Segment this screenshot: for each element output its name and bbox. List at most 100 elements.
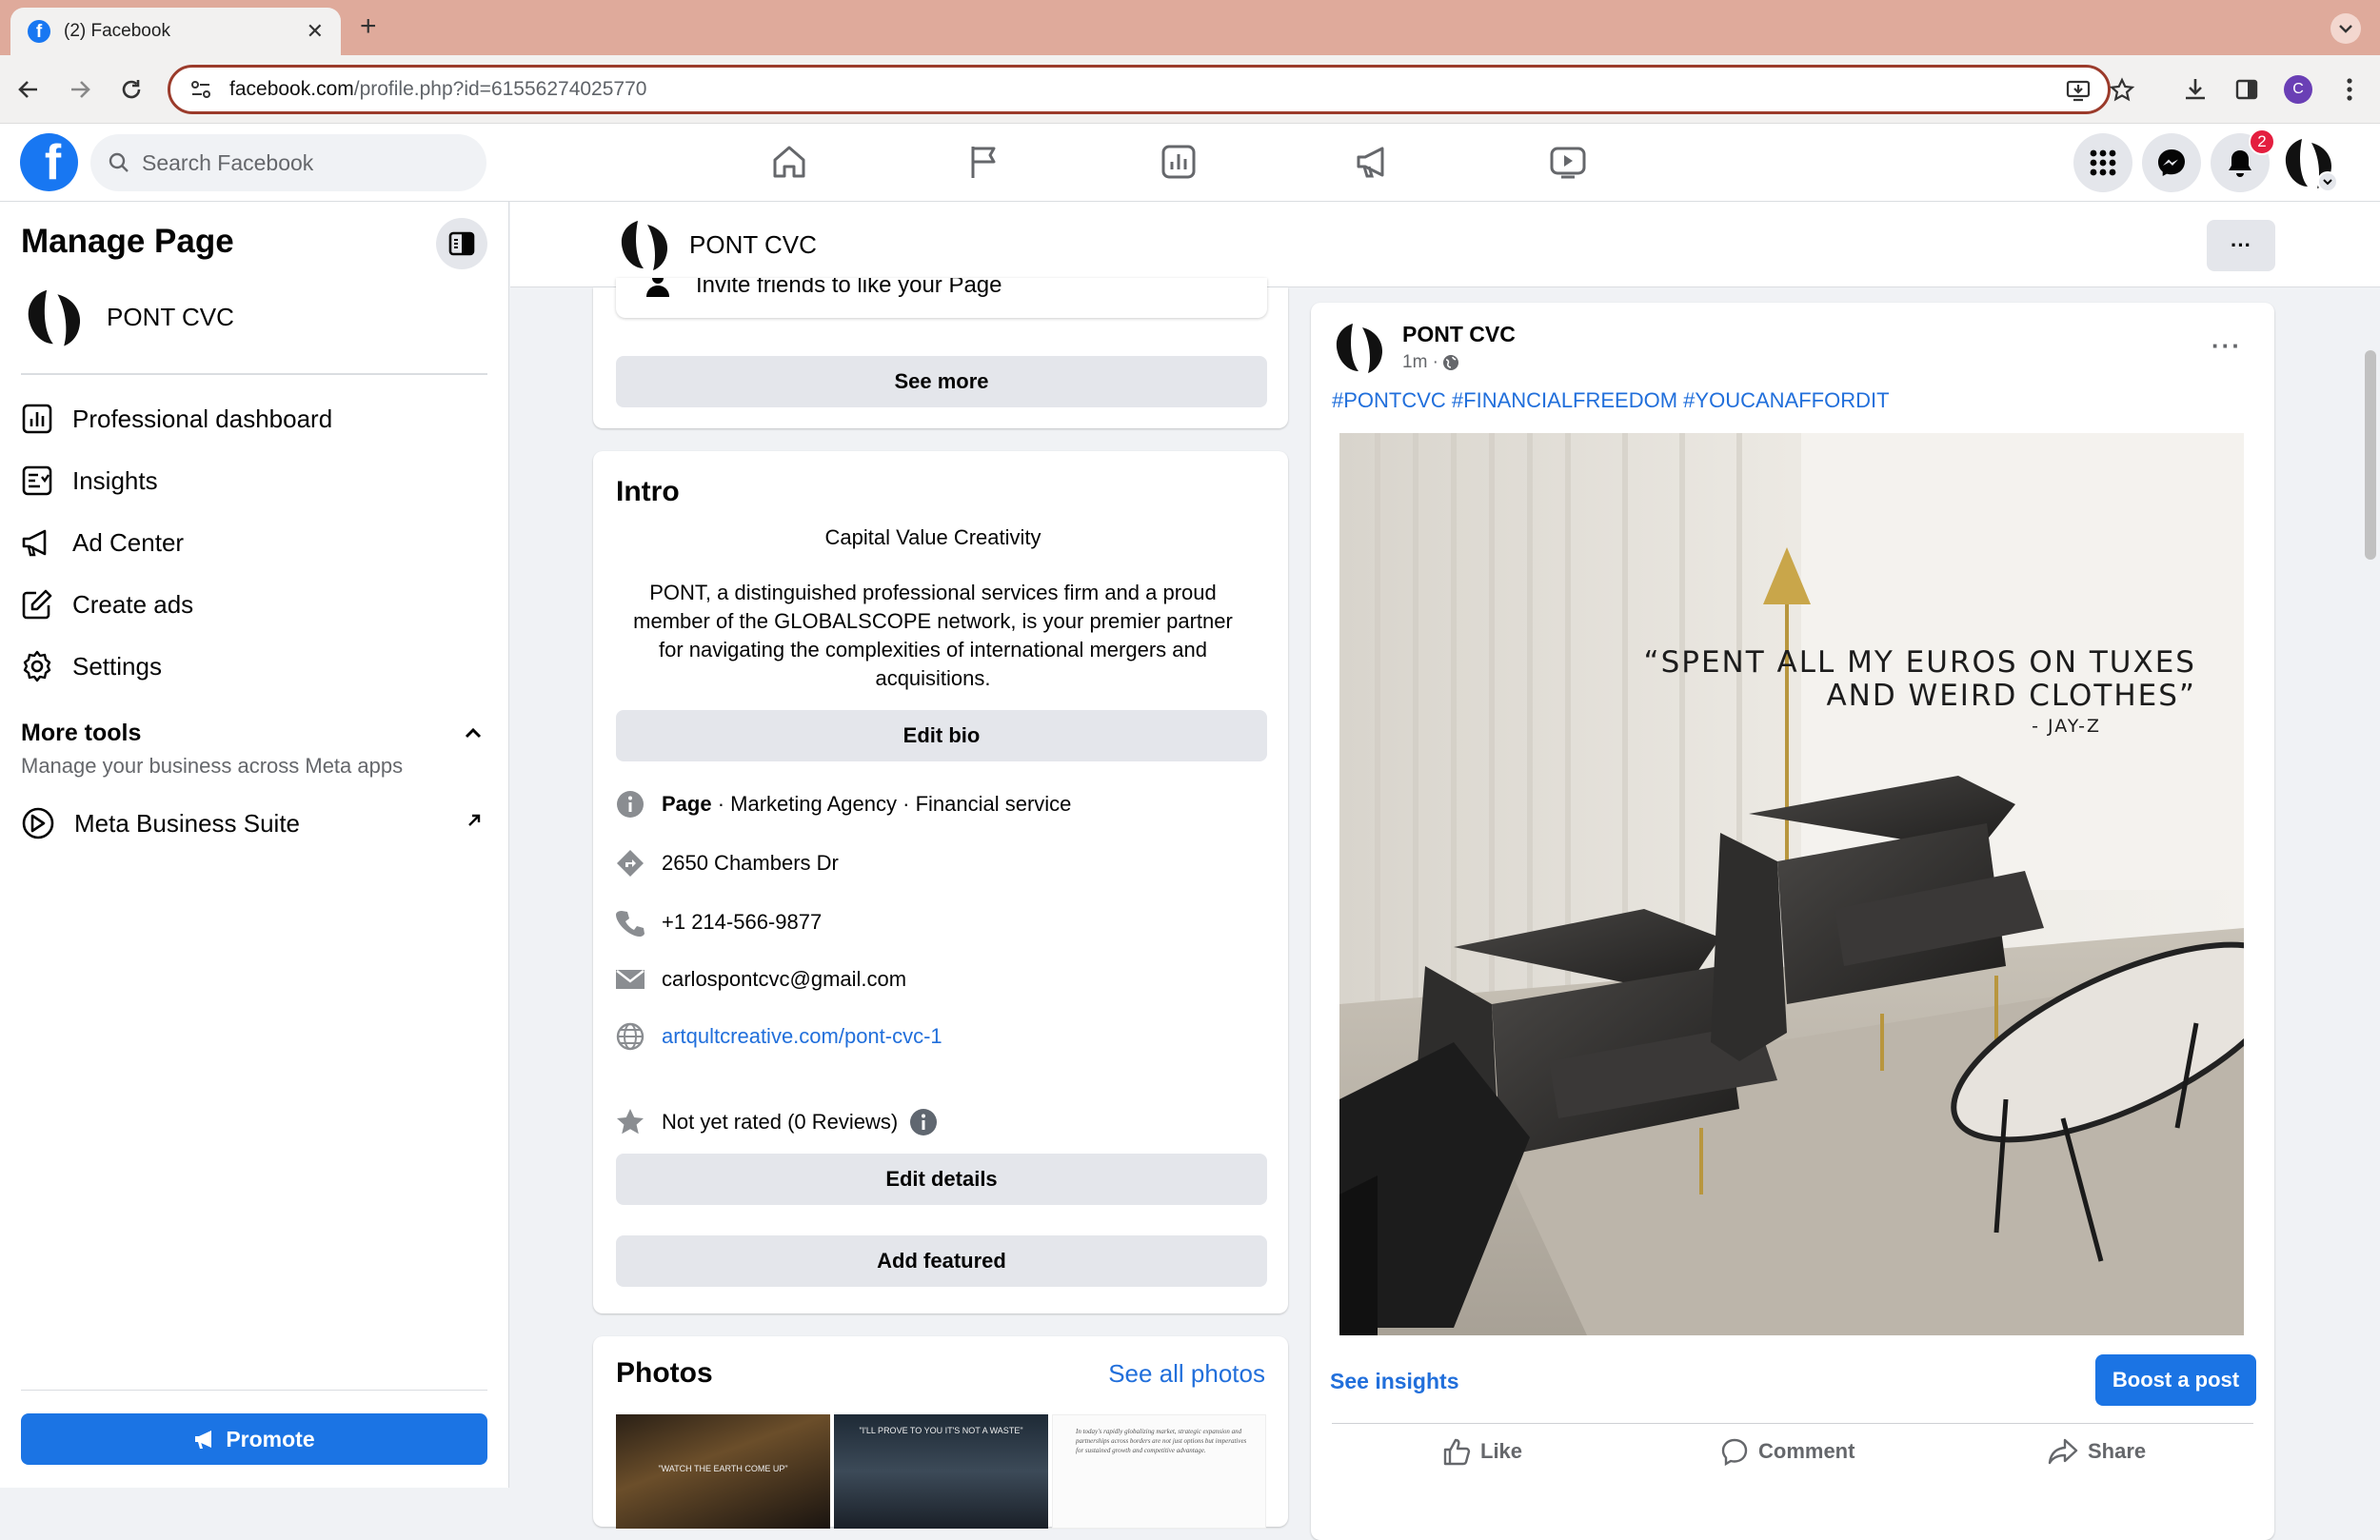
post-timestamp[interactable]: 1m · xyxy=(1402,352,1459,373)
intro-category: Capital Value Creativity xyxy=(824,525,1041,549)
home-nav-icon[interactable] xyxy=(768,141,810,183)
install-app-icon[interactable] xyxy=(2065,77,2092,104)
photo-thumbnail[interactable]: "I'LL PROVE TO YOU IT'S NOT A WASTE" xyxy=(834,1414,1048,1529)
comment-label: Comment xyxy=(1758,1439,1855,1463)
edit-bio-button[interactable]: Edit bio xyxy=(616,710,1267,761)
photo-caption: In today's rapidly globalizing market, s… xyxy=(1076,1428,1247,1454)
directions-icon xyxy=(617,850,644,877)
promote-label: Promote xyxy=(226,1426,315,1451)
phone-text: +1 214-566-9877 xyxy=(662,910,823,934)
share-label: Share xyxy=(2088,1439,2147,1463)
profile-avatar: C xyxy=(2284,75,2312,104)
manage-page-sidebar: Manage Page PONT CVC Professional dashbo… xyxy=(0,202,509,1488)
facebook-logo[interactable]: f xyxy=(20,133,78,191)
forward-button[interactable] xyxy=(65,74,95,105)
page-more-button[interactable]: ··· xyxy=(2207,220,2275,271)
post-author[interactable]: PONT CVC xyxy=(1402,322,1516,347)
promote-button[interactable]: Promote xyxy=(21,1413,487,1465)
tab-title: (2) Facebook xyxy=(64,21,170,41)
intro-card: Intro Capital Value Creativity PONT, a d… xyxy=(593,451,1288,1313)
reload-icon xyxy=(122,80,141,99)
more-tools-heading[interactable]: More tools xyxy=(21,720,141,747)
tab-search-button[interactable] xyxy=(2330,13,2361,44)
website-row[interactable]: artqultcreative.com/pont-cvc-1 xyxy=(616,1022,942,1051)
email-icon xyxy=(616,970,645,989)
post-more-button[interactable]: ··· xyxy=(2211,331,2242,361)
messenger-button[interactable] xyxy=(2142,133,2201,192)
profile-button[interactable]: C xyxy=(2283,74,2313,105)
collapse-sidebar-button[interactable] xyxy=(436,218,487,269)
email-row[interactable]: carlospontcvc@gmail.com xyxy=(616,967,906,992)
dashboard-icon xyxy=(22,404,52,434)
notification-badge: 2 xyxy=(2249,128,2275,155)
page-scrollbar[interactable] xyxy=(2365,350,2376,560)
edit-details-button[interactable]: Edit details xyxy=(616,1154,1267,1205)
new-tab-button[interactable]: + xyxy=(360,11,377,42)
phone-row[interactable]: +1 214-566-9877 xyxy=(616,908,822,937)
sidebar-item-settings[interactable]: Settings xyxy=(21,642,162,690)
pont-logo-icon[interactable] xyxy=(615,215,674,274)
info-icon xyxy=(617,791,644,818)
grid-icon xyxy=(2090,149,2116,176)
share-button[interactable]: Share xyxy=(2048,1437,2146,1466)
pont-logo-icon xyxy=(21,284,88,350)
sidebar-item-create-ads[interactable]: Create ads xyxy=(21,581,193,628)
like-label: Like xyxy=(1480,1439,1523,1463)
chevron-down-icon xyxy=(2339,25,2352,33)
see-all-photos-link[interactable]: See all photos xyxy=(1108,1359,1265,1389)
rating-info-icon[interactable] xyxy=(909,1108,938,1136)
kebab-menu-icon xyxy=(2347,78,2352,101)
reload-button[interactable] xyxy=(116,74,147,105)
address-bar[interactable]: facebook.com/profile.php?id=615562740257… xyxy=(168,65,2135,114)
photo-thumbnail[interactable]: "WATCH THE EARTH COME UP" xyxy=(616,1414,830,1529)
photos-heading: Photos xyxy=(616,1357,713,1389)
see-more-button[interactable]: See more xyxy=(616,356,1267,407)
website-link[interactable]: artqultcreative.com/pont-cvc-1 xyxy=(662,1024,942,1049)
sidebar-item-ad-center[interactable]: Ad Center xyxy=(21,519,184,566)
see-insights-link[interactable]: See insights xyxy=(1330,1369,1458,1394)
globe-icon xyxy=(1443,355,1458,370)
sidebar-item-label: Create ads xyxy=(72,589,194,619)
tab-close-icon[interactable]: ✕ xyxy=(307,19,324,44)
post-hashtags[interactable]: #PONTCVC #FINANCIALFREEDOM #YOUCANAFFORD… xyxy=(1332,388,1890,413)
sidebar-item-insights[interactable]: Insights xyxy=(21,457,158,504)
browser-menu-button[interactable] xyxy=(2334,74,2365,105)
like-button[interactable]: Like xyxy=(1442,1437,1522,1466)
insights-nav-icon[interactable] xyxy=(1158,141,1200,183)
downloads-button[interactable] xyxy=(2180,74,2211,105)
messenger-icon xyxy=(2158,149,2185,176)
flag-nav-icon[interactable] xyxy=(963,141,1005,183)
address-row[interactable]: 2650 Chambers Dr xyxy=(616,849,839,878)
sidebar-page-profile[interactable]: PONT CVC xyxy=(21,284,234,350)
search-input[interactable]: Search Facebook xyxy=(90,134,486,191)
add-featured-button[interactable]: Add featured xyxy=(616,1235,1267,1287)
url-domain: facebook.com xyxy=(229,78,354,100)
sidebar-item-professional-dashboard[interactable]: Professional dashboard xyxy=(21,395,332,443)
share-icon xyxy=(2048,1438,2078,1465)
side-panel-button[interactable] xyxy=(2231,74,2262,105)
sidebar-title: Manage Page xyxy=(21,223,234,260)
account-avatar-button[interactable] xyxy=(2279,133,2338,192)
menu-grid-button[interactable] xyxy=(2073,133,2132,192)
video-nav-icon[interactable] xyxy=(1547,141,1589,183)
quote-line: “SPENT ALL MY EUROS ON TUXES xyxy=(1643,645,2196,680)
globe-icon xyxy=(616,1022,645,1051)
post-image[interactable]: “SPENT ALL MY EUROS ON TUXES AND WEIRD C… xyxy=(1339,433,2244,1335)
bookmark-star-icon[interactable] xyxy=(2109,77,2135,104)
comment-button[interactable]: Comment xyxy=(1720,1437,1854,1466)
photo-thumbnail[interactable]: In today's rapidly globalizing market, s… xyxy=(1052,1414,1266,1529)
pont-logo-icon[interactable] xyxy=(1330,318,1389,377)
arrow-left-icon xyxy=(18,81,37,98)
account-dropdown-icon xyxy=(2317,171,2338,192)
edit-icon xyxy=(22,589,52,620)
chevron-up-icon[interactable] xyxy=(463,725,484,740)
browser-tab[interactable]: f (2) Facebook ✕ xyxy=(10,8,341,55)
thumbs-up-icon xyxy=(1443,1438,1471,1466)
invite-friends-item[interactable]: Invite friends to like your Page xyxy=(616,278,1267,318)
meta-business-suite-icon xyxy=(22,807,54,839)
back-button[interactable] xyxy=(13,74,44,105)
megaphone-nav-icon[interactable] xyxy=(1353,141,1395,183)
sidebar-item-meta-business-suite[interactable]: Meta Business Suite xyxy=(21,800,300,847)
boost-post-button[interactable]: Boost a post xyxy=(2095,1354,2256,1406)
phone-icon xyxy=(616,911,645,937)
